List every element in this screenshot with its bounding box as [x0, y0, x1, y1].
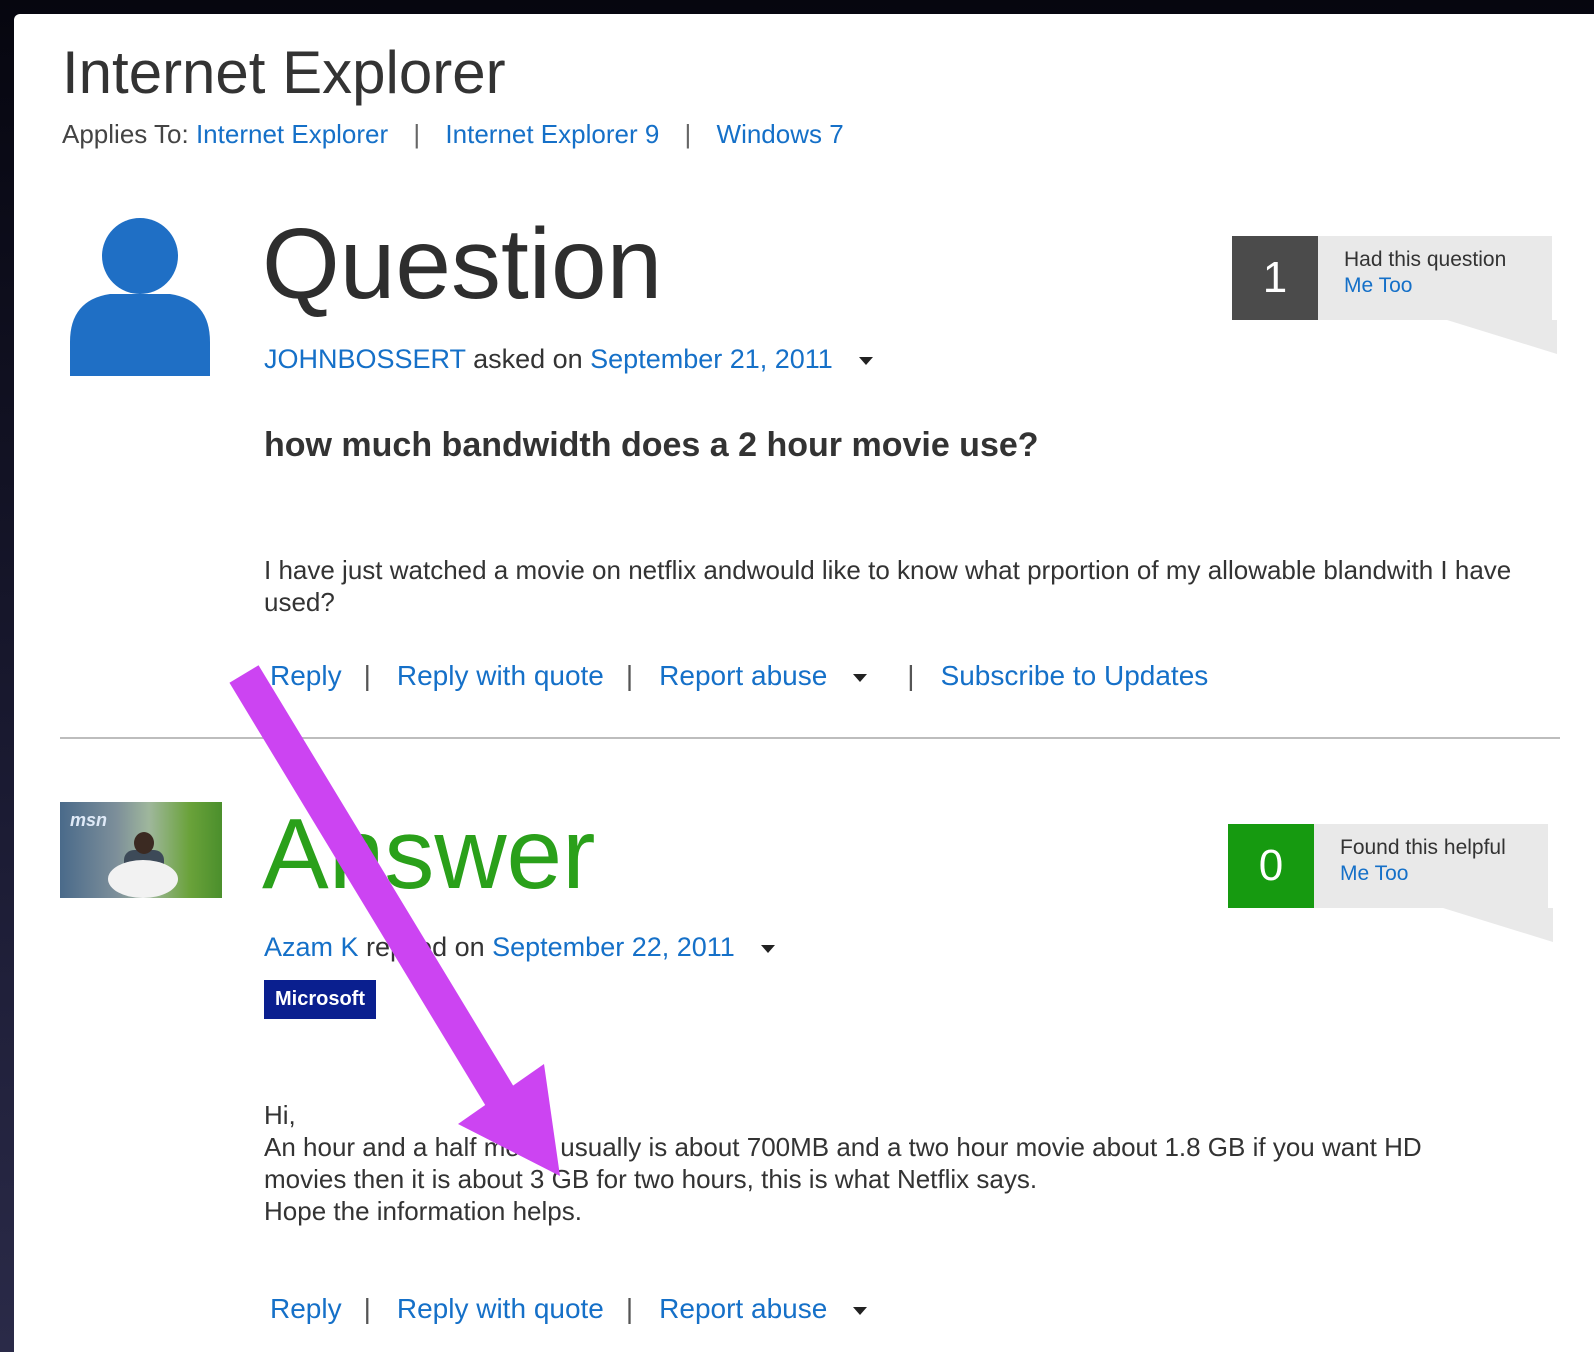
- question-vote-box: 1 Had this question Me Too: [1232, 236, 1557, 356]
- separator: |: [413, 119, 421, 149]
- callout-tail: [1447, 320, 1557, 354]
- applies-link-ie9[interactable]: Internet Explorer 9: [445, 119, 659, 149]
- question-author-link[interactable]: JOHNBOSSERT: [264, 344, 466, 374]
- answer-vote-box: 0 Found this helpful Me Too: [1228, 824, 1553, 944]
- callout-tail: [1443, 908, 1553, 942]
- me-too-link[interactable]: Me Too: [1344, 274, 1413, 298]
- question-date-link[interactable]: September 21, 2011: [590, 344, 833, 374]
- answer-vote-count: 0: [1228, 824, 1314, 908]
- separator: |: [363, 1293, 371, 1324]
- separator: |: [907, 660, 915, 691]
- reply-with-quote-link[interactable]: Reply with quote: [397, 1293, 604, 1324]
- separator: |: [625, 1293, 634, 1324]
- answer-heading: Answer: [262, 798, 596, 910]
- forum-page: Internet Explorer Applies To: Internet E…: [14, 14, 1594, 1352]
- page-title: Internet Explorer: [62, 39, 506, 106]
- answerer-avatar[interactable]: msn: [60, 802, 222, 898]
- report-abuse-link[interactable]: Report abuse: [659, 1293, 827, 1324]
- separator: |: [625, 660, 634, 691]
- answer-body: Hi, An hour and a half movie usually is …: [264, 1099, 1554, 1227]
- separator: |: [363, 660, 371, 691]
- section-divider: [60, 737, 1560, 739]
- applies-to-label: Applies To:: [62, 119, 189, 149]
- subscribe-link[interactable]: Subscribe to Updates: [941, 660, 1209, 691]
- report-abuse-link[interactable]: Report abuse: [659, 660, 827, 691]
- msn-logo: msn: [70, 810, 108, 830]
- user-avatar-icon[interactable]: [66, 214, 214, 376]
- question-body: I have just watched a movie on netflix a…: [264, 555, 1512, 617]
- question-actions: Reply | Reply with quote | Report abuse | Subs…: [270, 660, 1208, 692]
- applies-to: Applies To: Internet Explorer | Internet…: [62, 119, 844, 150]
- question-title: how much bandwidth does a 2 hour movie u…: [264, 426, 1039, 464]
- applies-link-ie[interactable]: Internet Explorer: [196, 119, 388, 149]
- answer-meta: Azam K replied on September 22, 2011: [264, 932, 775, 963]
- answer-line: Hope the information helps.: [264, 1196, 582, 1226]
- caret-down-icon[interactable]: [853, 1306, 868, 1315]
- question-heading: Question: [262, 208, 663, 320]
- answer-date-link[interactable]: September 22, 2011: [492, 932, 735, 962]
- caret-down-icon[interactable]: [760, 944, 775, 953]
- caret-down-icon[interactable]: [858, 356, 873, 365]
- question-vote-count: 1: [1232, 236, 1318, 320]
- answer-line: An hour and a half movie usually is abou…: [264, 1132, 1422, 1162]
- answer-line: Hi,: [264, 1100, 296, 1130]
- me-too-link[interactable]: Me Too: [1340, 862, 1409, 886]
- question-vote-label: Had this question: [1344, 248, 1507, 271]
- separator: |: [684, 119, 692, 149]
- reply-with-quote-link[interactable]: Reply with quote: [397, 660, 604, 691]
- applies-link-win7[interactable]: Windows 7: [717, 119, 844, 149]
- question-verb: asked on: [465, 344, 591, 374]
- answer-verb: replied on: [358, 932, 493, 962]
- question-meta: JOHNBOSSERT asked on September 21, 2011: [264, 344, 873, 375]
- answer-line: movies then it is about 3 GB for two hou…: [264, 1164, 1038, 1194]
- avatar-table: [108, 860, 178, 898]
- avatar-figure-head: [134, 832, 154, 854]
- reply-link[interactable]: Reply: [270, 660, 342, 691]
- caret-down-icon[interactable]: [853, 673, 868, 682]
- microsoft-badge: Microsoft: [264, 980, 376, 1019]
- answer-actions: Reply | Reply with quote | Report abuse: [270, 1293, 868, 1325]
- answer-vote-label: Found this helpful: [1340, 836, 1506, 859]
- answer-author-link[interactable]: Azam K: [264, 932, 359, 962]
- reply-link[interactable]: Reply: [270, 1293, 342, 1324]
